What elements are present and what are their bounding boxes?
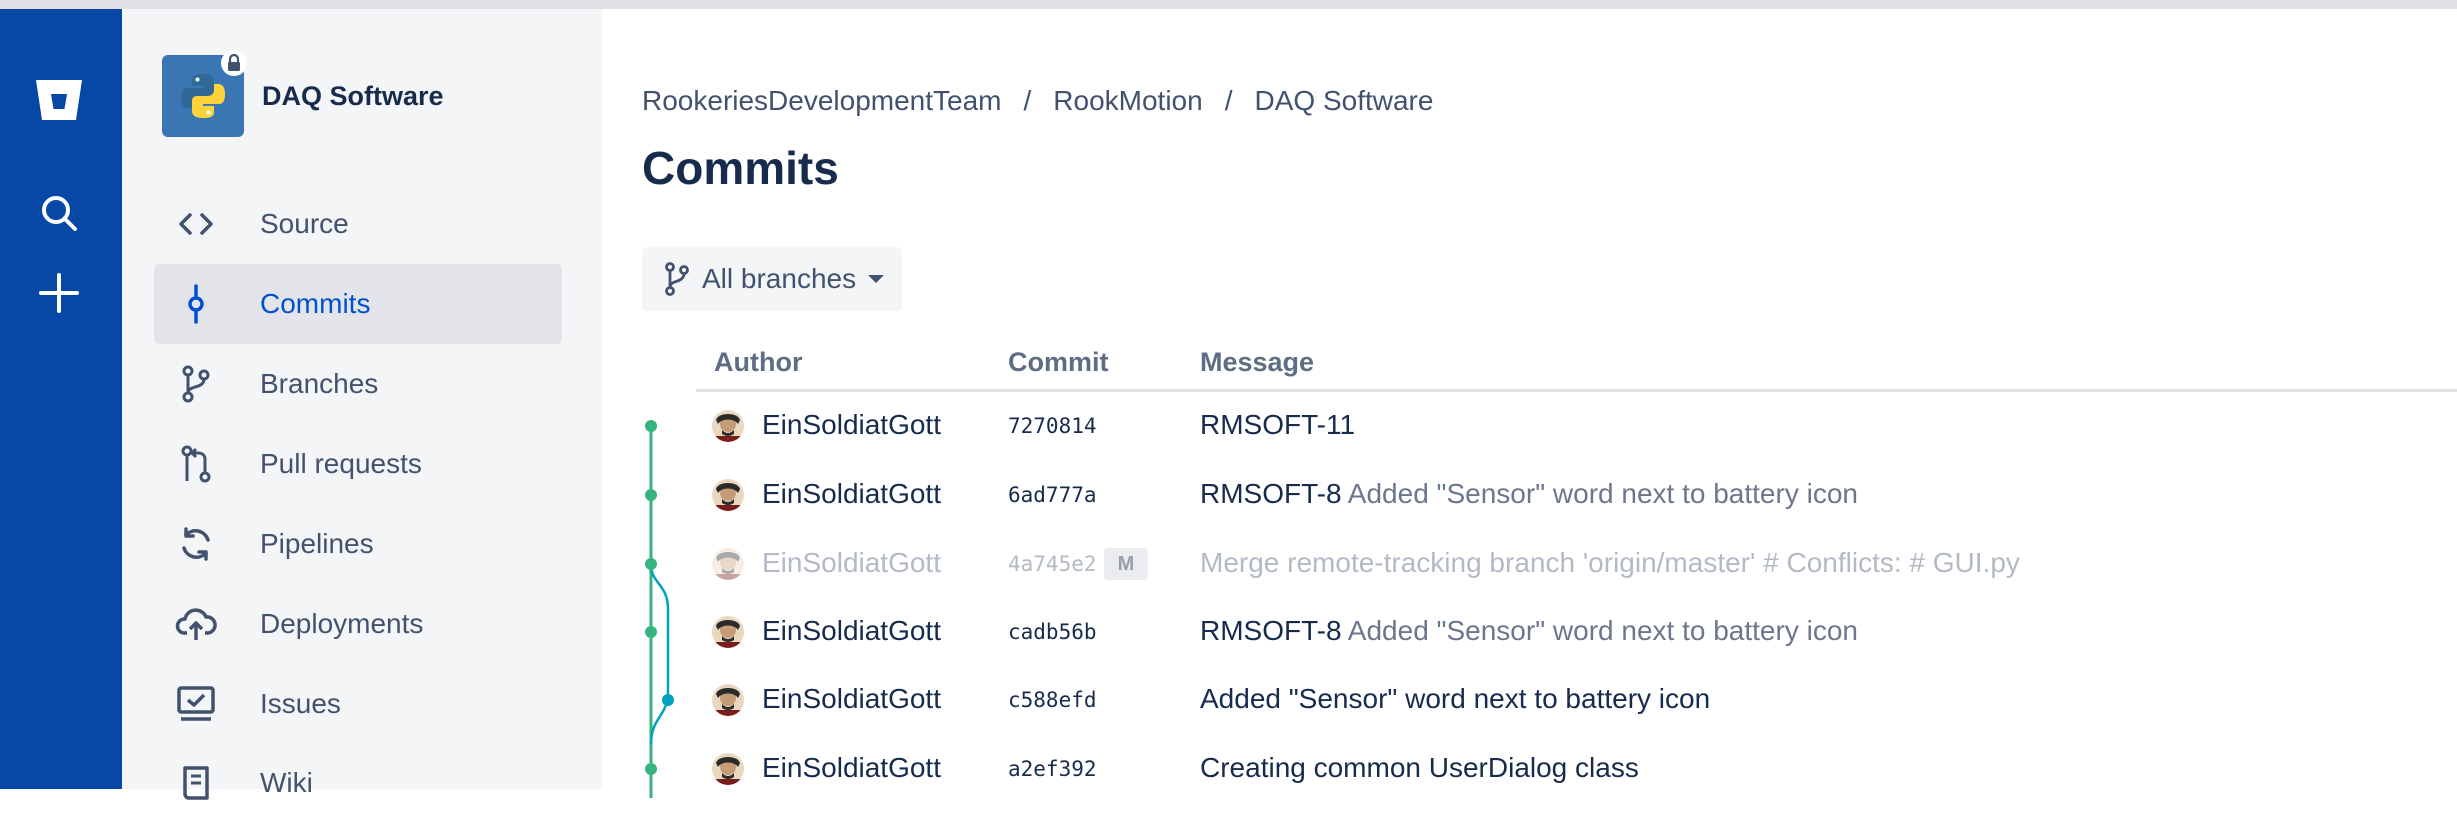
commit-message-detail: # Conflicts: # GUI.py	[1755, 547, 2020, 578]
commit-icon	[166, 284, 226, 324]
merge-commit-node	[645, 558, 657, 570]
project-sidebar: DAQ Software Source Commits Branches Pul…	[122, 9, 602, 800]
chevron-down-icon	[868, 275, 885, 283]
sidebar-item-deployments[interactable]: Deployments	[154, 584, 562, 664]
breadcrumb: RookeriesDevelopmentTeam / RookMotion / DAQ …	[642, 85, 1433, 117]
repo-avatar	[162, 50, 247, 137]
commit-node	[645, 420, 657, 432]
commit-hash-link[interactable]: a2ef392	[1008, 757, 1097, 781]
sidebar-item-pull-requests[interactable]: Pull requests	[154, 424, 562, 504]
sidebar-item-label: Deployments	[260, 608, 424, 639]
sidebar-item-label: Branches	[260, 368, 379, 399]
sidebar-item-label: Pull requests	[260, 448, 422, 479]
commit-row[interactable]: EinSoldiatGott cadb56b RMSOFT-8 Added "S…	[696, 598, 2457, 666]
breadcrumb-repo[interactable]: DAQ Software	[1254, 85, 1433, 116]
commit-node	[645, 489, 657, 501]
merge-badge: M	[1104, 548, 1148, 580]
commit-row[interactable]: EinSoldiatGott 7270814 RMSOFT-11	[696, 392, 2457, 460]
author-avatar[interactable]	[712, 616, 744, 648]
branch-commit-node	[662, 694, 674, 706]
commit-message-title: Added "Sensor" word next to battery icon	[1200, 683, 1711, 714]
sidebar-item-issues[interactable]: Issues	[154, 664, 562, 744]
sidebar-item-wiki[interactable]: Wiki	[154, 743, 562, 823]
commit-hash-link[interactable]: c588efd	[1008, 688, 1097, 712]
branch-icon	[166, 365, 226, 403]
commit-message-title: Merge remote-tracking branch 'origin/mas…	[1200, 547, 1756, 578]
commit-node	[645, 763, 657, 775]
repo-name: DAQ Software	[262, 80, 444, 111]
sidebar-item-label: Issues	[260, 688, 341, 719]
commit-hash-link[interactable]: 7270814	[1008, 414, 1097, 438]
author-avatar[interactable]	[712, 753, 744, 785]
issue-key-link[interactable]: RMSOFT-11	[1200, 409, 1355, 440]
bitbucket-logo-icon[interactable]	[31, 72, 87, 128]
commit-message-detail: Added "Sensor" word next to battery icon	[1341, 615, 1858, 646]
cloud-upload-icon	[166, 606, 226, 642]
issue-key-link[interactable]: RMSOFT-8	[1200, 478, 1342, 509]
commit-message-detail: Added "Sensor" word next to battery icon	[1341, 478, 1858, 509]
commit-hash-link[interactable]: 6ad777a	[1008, 483, 1097, 507]
code-icon	[166, 212, 226, 236]
wiki-icon	[166, 765, 226, 801]
pull-request-icon	[166, 445, 226, 483]
breadcrumb-separator: /	[1224, 85, 1233, 116]
commit-message: Creating common UserDialog class	[1200, 752, 1639, 784]
commit-author[interactable]: EinSoldiatGott	[762, 683, 941, 715]
commit-author[interactable]: EinSoldiatGott	[762, 409, 941, 441]
sidebar-item-branches[interactable]: Branches	[154, 344, 562, 424]
global-nav	[0, 9, 122, 789]
repo-header[interactable]: DAQ Software	[162, 50, 444, 137]
commit-author[interactable]: EinSoldiatGott	[762, 547, 941, 579]
commit-row[interactable]: EinSoldiatGott a2ef392 Creating common U…	[696, 735, 2457, 803]
merge-commit-row[interactable]: EinSoldiatGott 4a745e2 M Merge remote-tr…	[696, 530, 2457, 598]
commit-row[interactable]: EinSoldiatGott c588efd Added "Sensor" wo…	[696, 666, 2457, 734]
column-header-author: Author	[714, 347, 803, 377]
pipelines-icon	[166, 526, 226, 562]
commit-author[interactable]: EinSoldiatGott	[762, 478, 941, 510]
main-content: RookeriesDevelopmentTeam / RookMotion / DAQ …	[602, 9, 2457, 798]
branch-filter-label: All branches	[702, 263, 857, 294]
python-logo-icon	[181, 74, 225, 118]
commit-author[interactable]: EinSoldiatGott	[762, 752, 941, 784]
sidebar-item-label: Wiki	[260, 767, 313, 798]
search-icon[interactable]	[31, 185, 87, 241]
commit-message: RMSOFT-8 Added "Sensor" word next to bat…	[1200, 615, 1858, 647]
commit-message-title: Creating common UserDialog class	[1200, 752, 1639, 783]
commit-message: RMSOFT-11	[1200, 409, 1355, 441]
commits-table-header: Author Commit Message	[696, 341, 2457, 392]
sidebar-item-label: Commits	[260, 288, 371, 319]
breadcrumb-separator: /	[1023, 85, 1032, 116]
sidebar-item-label: Source	[260, 208, 349, 239]
commit-node	[645, 626, 657, 638]
author-avatar[interactable]	[712, 479, 744, 511]
author-avatar[interactable]	[712, 548, 744, 580]
commit-message: Added "Sensor" word next to battery icon	[1200, 683, 1710, 715]
sidebar-item-source[interactable]: Source	[154, 184, 562, 264]
commit-hash-link[interactable]: cadb56b	[1008, 620, 1097, 644]
commit-row[interactable]: EinSoldiatGott 6ad777a RMSOFT-8 Added "S…	[696, 461, 2457, 529]
private-lock-icon	[221, 50, 247, 76]
sidebar-item-label: Pipelines	[260, 528, 374, 559]
create-plus-icon[interactable]	[31, 265, 87, 321]
breadcrumb-project[interactable]: RookMotion	[1053, 85, 1202, 116]
column-header-commit: Commit	[1008, 347, 1109, 377]
author-avatar[interactable]	[712, 410, 744, 442]
commit-hash-link[interactable]: 4a745e2	[1008, 552, 1097, 576]
sidebar-item-commits[interactable]: Commits	[154, 264, 562, 344]
commit-message: RMSOFT-8 Added "Sensor" word next to bat…	[1200, 478, 1858, 510]
browser-top-border	[0, 0, 2457, 9]
issue-key-link[interactable]: RMSOFT-8	[1200, 615, 1342, 646]
column-header-message: Message	[1200, 347, 1315, 377]
commit-message: Merge remote-tracking branch 'origin/mas…	[1200, 547, 2020, 579]
sidebar-item-pipelines[interactable]: Pipelines	[154, 504, 562, 584]
issues-icon	[166, 686, 226, 722]
commit-author[interactable]: EinSoldiatGott	[762, 615, 941, 647]
author-avatar[interactable]	[712, 684, 744, 716]
